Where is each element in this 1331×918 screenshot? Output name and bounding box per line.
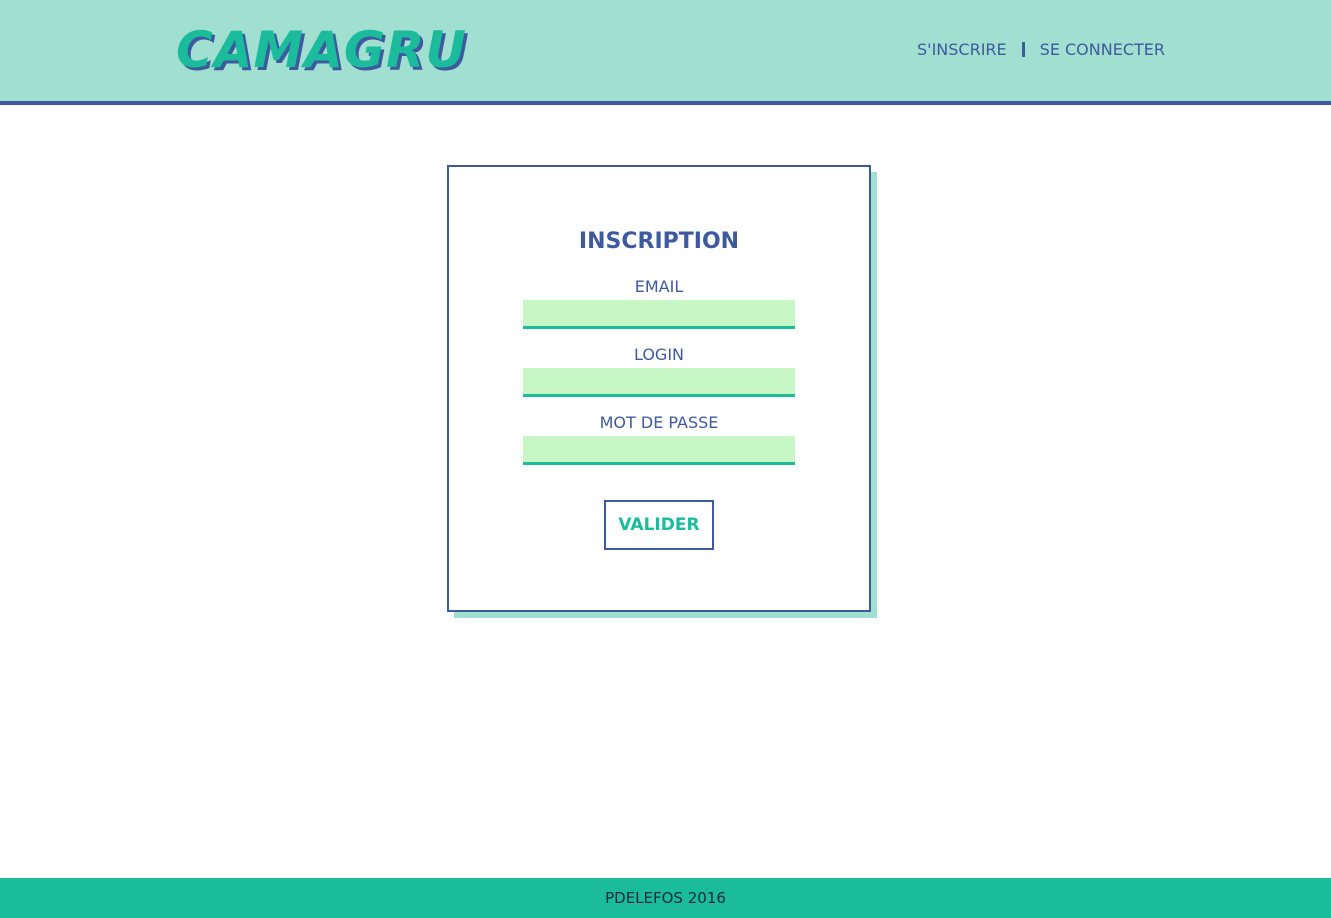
email-label: EMAIL bbox=[634, 277, 684, 296]
nav-login-link[interactable]: SE CONNECTER bbox=[1040, 40, 1165, 59]
site-header: CAMAGRU S'INSCRIRE SE CONNECTER bbox=[0, 0, 1331, 105]
site-footer: PDELEFOS 2016 bbox=[0, 878, 1331, 918]
submit-button[interactable]: VALIDER bbox=[604, 500, 714, 550]
password-field[interactable] bbox=[523, 436, 795, 465]
site-logo[interactable]: CAMAGRU bbox=[176, 24, 467, 76]
footer-text: PDELEFOS 2016 bbox=[605, 889, 726, 907]
login-field[interactable] bbox=[523, 368, 795, 397]
nav-signup-link[interactable]: S'INSCRIRE bbox=[917, 40, 1007, 59]
password-label: MOT DE PASSE bbox=[599, 413, 719, 432]
email-field[interactable] bbox=[523, 300, 795, 329]
form-title: INSCRIPTION bbox=[578, 229, 740, 254]
login-label: LOGIN bbox=[633, 345, 685, 364]
signup-form: INSCRIPTION EMAIL LOGIN MOT DE PASSE VAL… bbox=[447, 165, 871, 612]
nav-separator bbox=[1021, 42, 1025, 57]
header-nav: S'INSCRIRE SE CONNECTER bbox=[917, 40, 1165, 59]
